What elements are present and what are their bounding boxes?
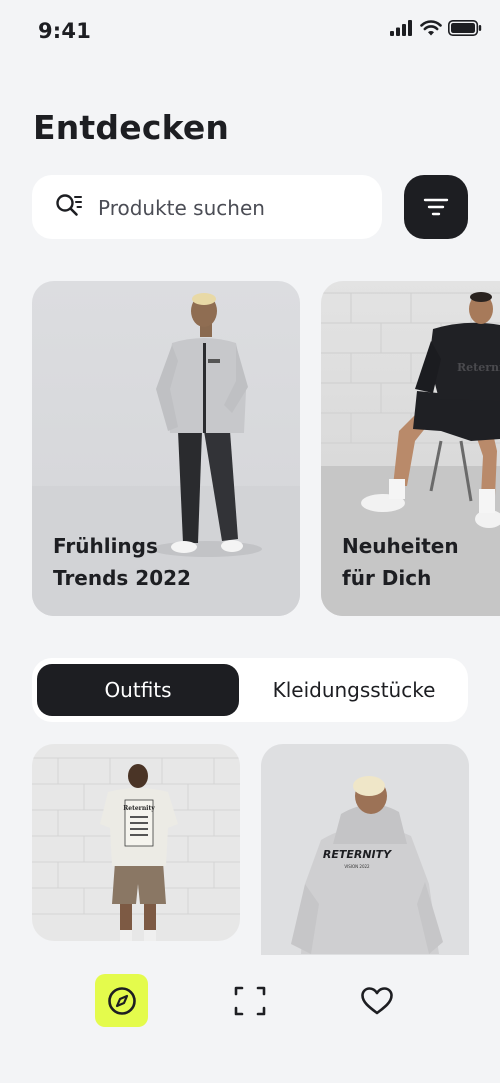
battery-icon (448, 20, 482, 36)
status-bar: 9:41 (0, 0, 500, 62)
product-print: RETERNITY (323, 848, 392, 861)
tab-outfits[interactable]: Outfits (37, 664, 239, 716)
search-field[interactable] (32, 175, 382, 239)
featured-card-title: Frühlings Trends 2022 (53, 530, 191, 594)
scan-icon (234, 986, 265, 1015)
product-tile[interactable]: Reternity (32, 744, 240, 941)
product-photo: RETERNITY VISION 2022 (291, 776, 443, 954)
product-photo: Reternity (32, 757, 240, 941)
cellular-signal-icon (390, 20, 412, 36)
featured-card-title-line2: Trends 2022 (53, 566, 191, 590)
category-segmented-control: Outfits Kleidungsstücke (32, 658, 468, 722)
product-print: Reternity (123, 805, 155, 812)
product-tile[interactable]: RETERNITY VISION 2022 (261, 744, 469, 984)
filter-icon (423, 198, 449, 216)
bottom-nav (0, 955, 500, 1083)
nav-favorites[interactable] (350, 974, 403, 1027)
featured-card-title: Neuheiten für Dich (342, 530, 459, 594)
featured-card-new-arrivals[interactable]: Reternity Neuheiten für Dich (321, 281, 500, 616)
search-input[interactable] (96, 189, 370, 227)
featured-card-title-line2: für Dich (342, 566, 432, 590)
status-icons (390, 20, 482, 36)
nav-scan[interactable] (223, 974, 276, 1027)
status-time: 9:41 (38, 19, 92, 43)
compass-icon (107, 986, 136, 1015)
product-print-sub: VISION 2022 (344, 864, 370, 869)
filter-button[interactable] (404, 175, 468, 239)
page-title: Entdecken (33, 108, 230, 147)
search-icon (56, 194, 82, 216)
featured-card-title-line1: Neuheiten (342, 534, 459, 558)
svg-text:Reternity: Reternity (457, 361, 500, 374)
featured-card-spring-trends[interactable]: Frühlings Trends 2022 (32, 281, 300, 616)
featured-card-title-line1: Frühlings (53, 534, 158, 558)
tab-clothing-items[interactable]: Kleidungsstücke (244, 664, 464, 716)
nav-explore[interactable] (95, 974, 148, 1027)
wifi-icon (420, 20, 442, 36)
heart-icon (360, 986, 393, 1014)
